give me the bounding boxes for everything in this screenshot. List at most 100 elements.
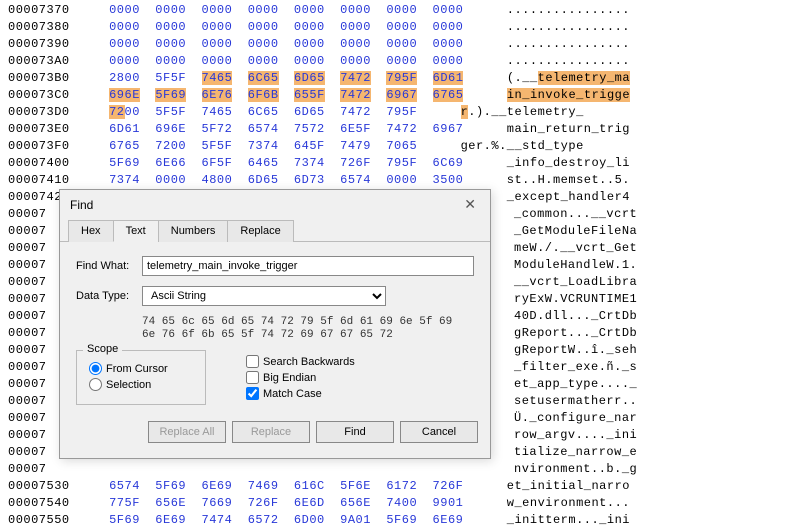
scope-selection[interactable]: Selection bbox=[89, 378, 193, 391]
hex-row[interactable]: 00007380 0000 0000 0000 0000 0000 0000 0… bbox=[8, 19, 778, 36]
hex-bytes: 6765 7200 5F5F 7374 645F 7479 7065 bbox=[86, 138, 433, 155]
hex-row[interactable]: 00007540 775F 656E 7669 726F 6E6D 656E 7… bbox=[8, 495, 778, 512]
ascii: ................ bbox=[507, 2, 630, 19]
find-what-input[interactable] bbox=[142, 256, 474, 276]
replace-all-button: Replace All bbox=[148, 421, 226, 443]
ascii: et_app_type...._ bbox=[514, 376, 637, 393]
hex-row[interactable]: 000073D0 7200 5F5F 7465 6C65 6D65 7472 7… bbox=[8, 104, 778, 121]
hex-row[interactable]: 000073B0 2800 5F5F 7465 6C65 6D65 7472 7… bbox=[8, 70, 778, 87]
find-button[interactable]: Find bbox=[316, 421, 394, 443]
address: 00007400 bbox=[8, 155, 86, 172]
dialog-title-text: Find bbox=[70, 198, 93, 212]
tab-replace[interactable]: Replace bbox=[227, 220, 293, 242]
hex-preview: 74 65 6c 65 6d 65 74 72 79 5f 6d 61 69 6… bbox=[142, 316, 474, 342]
ascii: st..H.memset..5. bbox=[507, 172, 630, 189]
ascii: _common...__vcrt bbox=[514, 206, 637, 223]
find-dialog: Find ✕ Hex Text Numbers Replace Find Wha… bbox=[59, 189, 491, 459]
data-type-select[interactable]: Ascii String bbox=[142, 286, 386, 306]
ascii: Ü._configure_nar bbox=[514, 410, 637, 427]
ascii: tialize_narrow_e bbox=[514, 444, 637, 461]
address: 00007380 bbox=[8, 19, 86, 36]
ascii: ................ bbox=[507, 19, 630, 36]
close-icon[interactable]: ✕ bbox=[460, 196, 480, 213]
address: 00007540 bbox=[8, 495, 86, 512]
tab-numbers[interactable]: Numbers bbox=[158, 220, 229, 242]
ascii: meW./.__vcrt_Get bbox=[514, 240, 637, 257]
ascii: r.).__telemetry_ bbox=[461, 104, 584, 121]
hex-bytes: 7374 0000 4800 6D65 6D73 6574 0000 3500 bbox=[86, 172, 479, 189]
scope-from-cursor[interactable]: From Cursor bbox=[89, 362, 193, 375]
ascii: w_environment... bbox=[507, 495, 630, 512]
address: 000073C0 bbox=[8, 87, 86, 104]
hex-row[interactable]: 000073E0 6D61 696E 5F72 6574 7572 6E5F 7… bbox=[8, 121, 778, 138]
ascii: main_return_trig bbox=[507, 121, 630, 138]
ascii: ModuleHandleW.1. bbox=[514, 257, 637, 274]
address: 000073E0 bbox=[8, 121, 86, 138]
dialog-tabs: Hex Text Numbers Replace bbox=[60, 219, 490, 242]
hex-row[interactable]: 000073A0 0000 0000 0000 0000 0000 0000 0… bbox=[8, 53, 778, 70]
check-match-case[interactable]: Match Case bbox=[246, 387, 355, 400]
hex-row[interactable]: 00007 nvironment..b._g bbox=[8, 461, 778, 478]
hex-bytes: 5F69 6E66 6F5F 6465 7374 726F 795F 6C69 bbox=[86, 155, 479, 172]
ascii: gReportW..î._seh bbox=[514, 342, 637, 359]
find-what-label: Find What: bbox=[76, 260, 142, 272]
address: 000073B0 bbox=[8, 70, 86, 87]
tab-hex[interactable]: Hex bbox=[68, 220, 114, 242]
address: 00007370 bbox=[8, 2, 86, 19]
scope-legend: Scope bbox=[83, 343, 122, 355]
hex-row[interactable]: 00007550 5F69 6E69 7474 6572 6D00 9A01 5… bbox=[8, 512, 778, 529]
ascii: setusermatherr.. bbox=[514, 393, 637, 410]
address: 00007410 bbox=[8, 172, 86, 189]
hex-bytes: 6574 5F69 6E69 7469 616C 5F6E 6172 726F bbox=[86, 478, 479, 495]
ascii: _info_destroy_li bbox=[507, 155, 630, 172]
ascii: gReport..._CrtDb bbox=[514, 325, 637, 342]
hex-row[interactable]: 00007390 0000 0000 0000 0000 0000 0000 0… bbox=[8, 36, 778, 53]
ascii: _except_handler4 bbox=[507, 189, 630, 206]
hex-bytes: 0000 0000 0000 0000 0000 0000 0000 0000 bbox=[86, 53, 479, 70]
ascii: _GetModuleFileNa bbox=[514, 223, 637, 240]
cancel-button[interactable]: Cancel bbox=[400, 421, 478, 443]
address: 000073D0 bbox=[8, 104, 86, 121]
address: 00007390 bbox=[8, 36, 86, 53]
address: 000073A0 bbox=[8, 53, 86, 70]
ascii: ryExW.VCRUNTIME1 bbox=[514, 291, 637, 308]
address: 00007 bbox=[8, 461, 86, 478]
replace-button: Replace bbox=[232, 421, 310, 443]
hex-row[interactable]: 000073C0 696E 5F69 6E76 6F6B 655F 7472 6… bbox=[8, 87, 778, 104]
hex-bytes: 696E 5F69 6E76 6F6B 655F 7472 6967 6765 bbox=[86, 87, 479, 104]
ascii: row_argv...._ini bbox=[514, 427, 637, 444]
hex-bytes: 6D61 696E 5F72 6574 7572 6E5F 7472 6967 bbox=[86, 121, 479, 138]
hex-bytes: 2800 5F5F 7465 6C65 6D65 7472 795F 6D61 bbox=[86, 70, 479, 87]
hex-bytes: 7200 5F5F 7465 6C65 6D65 7472 795F bbox=[86, 104, 433, 121]
ascii: 40D.dll..._CrtDb bbox=[514, 308, 637, 325]
address: 00007550 bbox=[8, 512, 86, 529]
ascii: et_initial_narro bbox=[507, 478, 630, 495]
ascii: _filter_exe.ñ._s bbox=[514, 359, 637, 376]
ascii: __vcrt_LoadLibra bbox=[514, 274, 637, 291]
scope-group: Scope From Cursor Selection bbox=[76, 350, 206, 405]
dialog-titlebar[interactable]: Find ✕ bbox=[60, 190, 490, 219]
ascii: (.__telemetry_ma bbox=[507, 70, 630, 87]
data-type-label: Data Type: bbox=[76, 290, 142, 302]
hex-bytes: 0000 0000 0000 0000 0000 0000 0000 0000 bbox=[86, 2, 479, 19]
tab-text[interactable]: Text bbox=[113, 220, 159, 242]
address: 000073F0 bbox=[8, 138, 86, 155]
hex-bytes bbox=[86, 461, 486, 478]
check-big-endian[interactable]: Big Endian bbox=[246, 371, 355, 384]
hex-row[interactable]: 00007410 7374 0000 4800 6D65 6D73 6574 0… bbox=[8, 172, 778, 189]
hex-row[interactable]: 00007400 5F69 6E66 6F5F 6465 7374 726F 7… bbox=[8, 155, 778, 172]
ascii: nvironment..b._g bbox=[514, 461, 637, 478]
hex-row[interactable]: 00007530 6574 5F69 6E69 7469 616C 5F6E 6… bbox=[8, 478, 778, 495]
hex-bytes: 5F69 6E69 7474 6572 6D00 9A01 5F69 6E69 bbox=[86, 512, 479, 529]
address: 00007530 bbox=[8, 478, 86, 495]
ascii: ................ bbox=[507, 36, 630, 53]
hex-bytes: 0000 0000 0000 0000 0000 0000 0000 0000 bbox=[86, 36, 479, 53]
ascii: _initterm..._ini bbox=[507, 512, 630, 529]
ascii: ger.%.__std_type bbox=[461, 138, 584, 155]
check-search-backwards[interactable]: Search Backwards bbox=[246, 355, 355, 368]
hex-row[interactable]: 000073F0 6765 7200 5F5F 7374 645F 7479 7… bbox=[8, 138, 778, 155]
ascii: in_invoke_trigge bbox=[507, 87, 630, 104]
ascii: ................ bbox=[507, 53, 630, 70]
hex-row[interactable]: 00007370 0000 0000 0000 0000 0000 0000 0… bbox=[8, 2, 778, 19]
hex-bytes: 775F 656E 7669 726F 6E6D 656E 7400 9901 bbox=[86, 495, 479, 512]
